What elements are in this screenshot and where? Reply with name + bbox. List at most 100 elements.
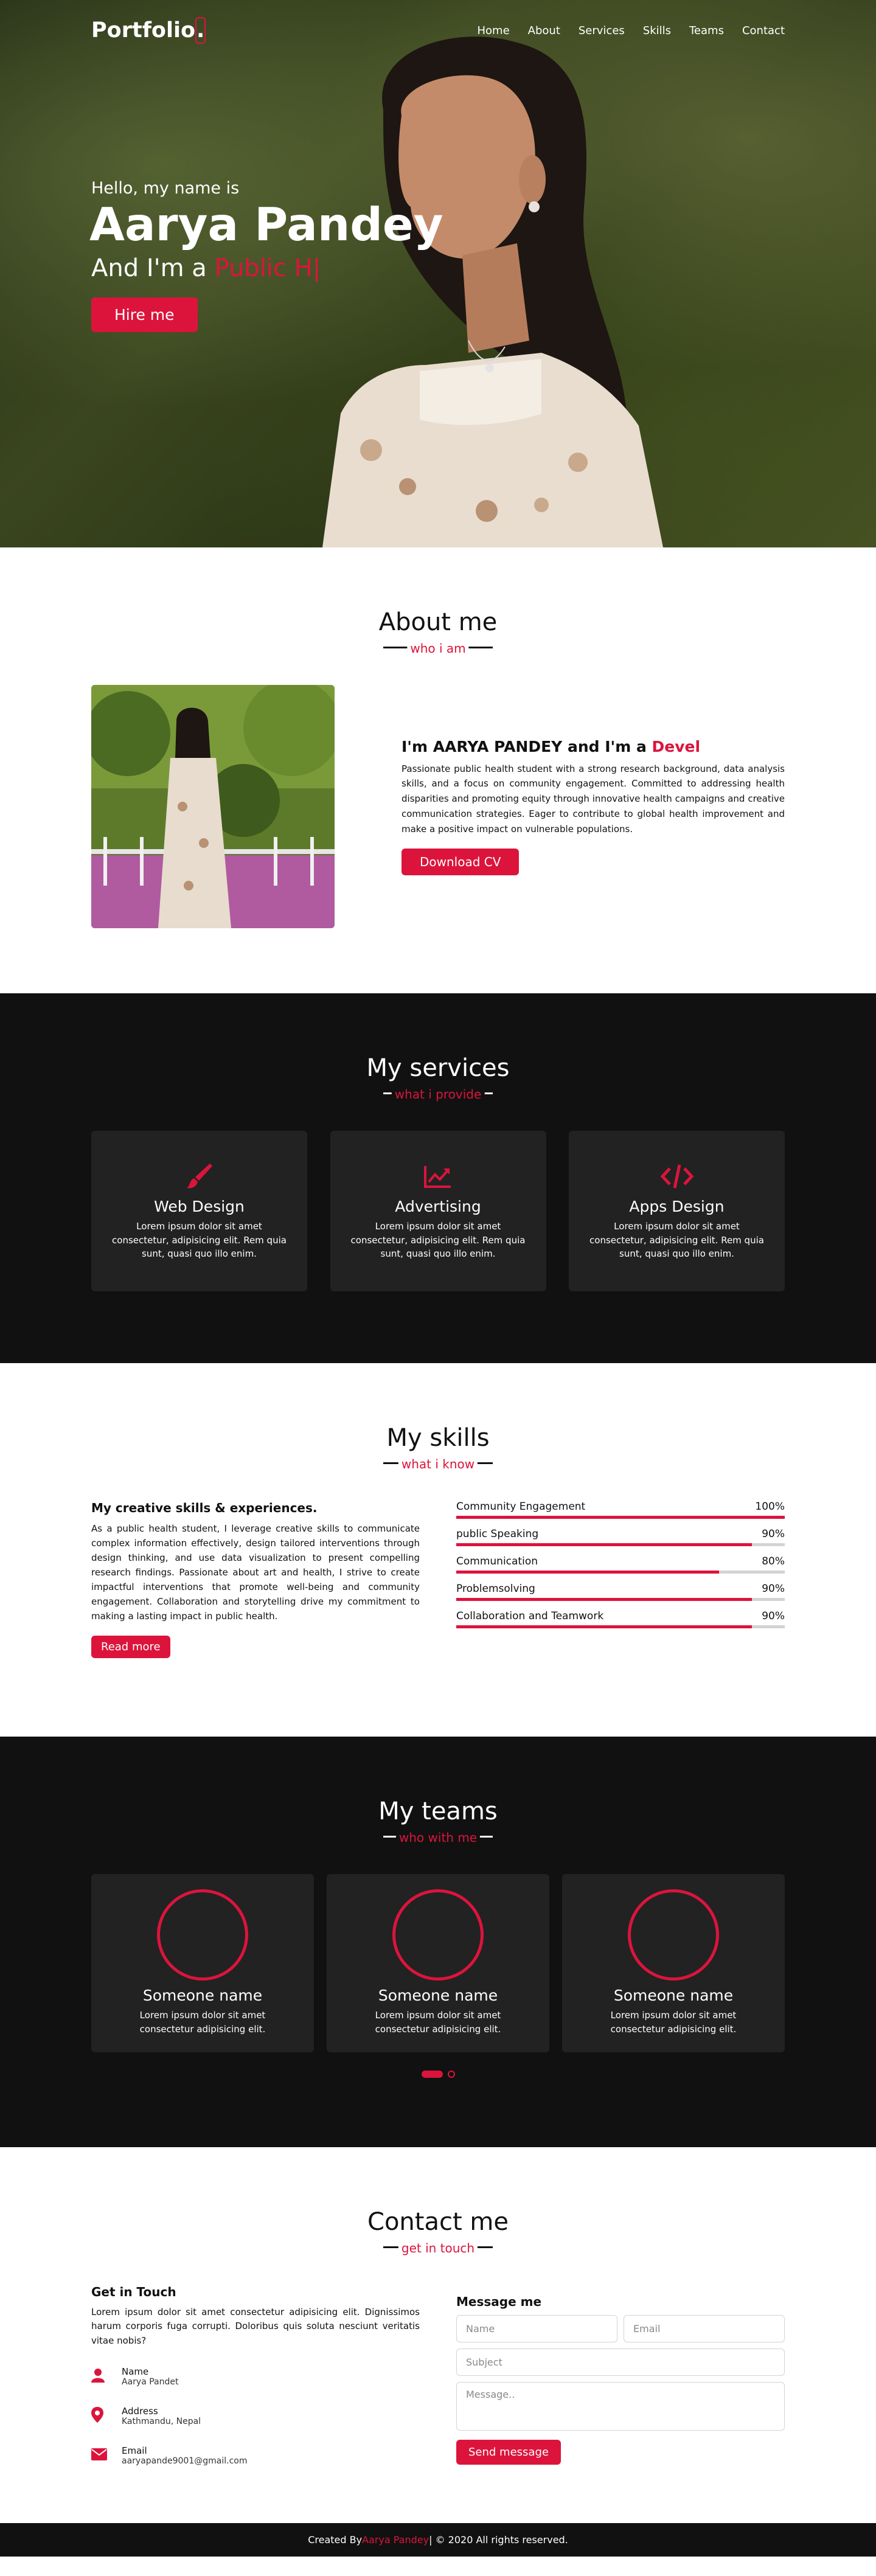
contact-heading: Get in Touch <box>91 2285 176 2299</box>
logo[interactable]: Portfolio. <box>91 17 206 44</box>
subject-input[interactable]: Subject <box>456 2349 785 2376</box>
skill-percent: 90% <box>762 1583 785 1595</box>
services-subtitle: what i provide <box>391 1087 485 1102</box>
about-title: About me who i am <box>91 608 785 656</box>
teams-title-text: My teams <box>378 1797 498 1825</box>
skills-subtitle: what i know <box>398 1457 478 1471</box>
map-marker-icon <box>91 2407 122 2425</box>
about-title-text: About me <box>378 608 498 636</box>
hero-tagline: And I'm a Public H| <box>91 254 443 282</box>
skill-track <box>456 1543 785 1546</box>
about-text: I'm AARYA PANDEY and I'm a Devel Passion… <box>401 738 785 876</box>
service-desc: Lorem ipsum dolor sit amet consectetur, … <box>589 1221 764 1259</box>
home-section: Hello, my name is Aarya Pandey And I'm a… <box>0 0 876 547</box>
team-card[interactable]: Someone name Lorem ipsum dolor sit amet … <box>91 1874 314 2052</box>
code-icon <box>584 1161 770 1192</box>
footer: Created By Aarya Pandey | © 2020 All rig… <box>0 2523 876 2557</box>
send-message-button[interactable]: Send message <box>456 2440 561 2465</box>
about-section: About me who i am I'm AARYA PANDEY and I… <box>0 547 876 993</box>
contact-value: Kathmandu, Nepal <box>122 2417 201 2427</box>
contact-info: Get in Touch Lorem ipsum dolor sit amet … <box>91 2285 420 2476</box>
about-subtitle: who i am <box>407 641 469 656</box>
envelope-icon <box>91 2448 122 2463</box>
service-card[interactable]: Advertising Lorem ipsum dolor sit amet c… <box>330 1131 546 1291</box>
read-more-button[interactable]: Read more <box>91 1636 170 1658</box>
nav-item-skills[interactable]: Skills <box>643 24 671 37</box>
teams-subtitle: who with me <box>395 1830 481 1845</box>
service-title: Apps Design <box>629 1198 725 1215</box>
skills-title-text: My skills <box>386 1424 490 1452</box>
service-title: Web Design <box>154 1198 245 1215</box>
avatar <box>157 1889 248 1981</box>
services-title: My services what i provide <box>91 1054 785 1102</box>
teams-carousel[interactable]: Someone name Lorem ipsum dolor sit amet … <box>91 1874 785 2052</box>
skills-bars: Community Engagement 100% public Speaking… <box>456 1501 785 1658</box>
message-heading: Message me <box>456 2294 542 2309</box>
team-desc: Lorem ipsum dolor sit amet consectetur a… <box>139 2010 266 2035</box>
contact-value: aaryapande9001@gmail.com <box>122 2456 248 2467</box>
about-photo <box>91 685 335 928</box>
nav-item-teams[interactable]: Teams <box>689 24 724 37</box>
skill-bar: Collaboration and Teamwork 90% <box>456 1610 785 1628</box>
carousel-dot[interactable] <box>447 2070 455 2078</box>
about-heading-prefix: I'm AARYA PANDEY and I'm a <box>401 737 652 755</box>
hire-me-button[interactable]: Hire me <box>91 297 198 332</box>
footer-suffix: | © 2020 All rights reserved. <box>429 2534 568 2546</box>
nav-item-about[interactable]: About <box>528 24 560 37</box>
skill-track <box>456 1625 785 1628</box>
skill-bar: Community Engagement 100% <box>456 1501 785 1519</box>
skill-bar: public Speaking 90% <box>456 1528 785 1546</box>
contact-title: Contact me get in touch <box>91 2208 785 2255</box>
skills-left: My creative skills & experiences. As a p… <box>91 1501 420 1658</box>
nav-item-services[interactable]: Services <box>579 24 625 37</box>
carousel-dot-active[interactable] <box>421 2070 443 2078</box>
services-section: My services what i provide Web Design Lor… <box>0 993 876 1363</box>
name-input[interactable]: Name <box>456 2315 617 2342</box>
download-cv-button[interactable]: Download CV <box>401 849 520 876</box>
teams-title: My teams who with me <box>91 1797 785 1845</box>
about-heading: I'm AARYA PANDEY and I'm a Devel <box>401 738 785 755</box>
avatar <box>628 1889 719 1981</box>
paint-brush-icon <box>106 1161 292 1192</box>
team-card[interactable]: Someone name Lorem ipsum dolor sit amet … <box>327 1874 549 2052</box>
skills-title: My skills what i know <box>91 1424 785 1471</box>
contact-form: Message me Name Email Subject Message.. … <box>456 2285 785 2476</box>
logo-dot: . <box>195 17 206 44</box>
skill-name: Problemsolving <box>456 1583 535 1595</box>
footer-author-link[interactable]: Aarya Pandey <box>362 2534 429 2546</box>
email-input[interactable]: Email <box>624 2315 785 2342</box>
logo-text: Portfolio <box>91 18 196 43</box>
skill-fill <box>456 1625 752 1628</box>
service-card[interactable]: Apps Design Lorem ipsum dolor sit amet c… <box>569 1131 785 1291</box>
skill-name: Communication <box>456 1555 538 1567</box>
chart-line-icon <box>346 1161 531 1192</box>
skill-track <box>456 1598 785 1601</box>
contact-value: Aarya Pandet <box>122 2377 179 2387</box>
team-card[interactable]: Someone name Lorem ipsum dolor sit amet … <box>562 1874 785 2052</box>
skills-section: My skills what i know My creative skills … <box>0 1363 876 1737</box>
nav-item-contact[interactable]: Contact <box>742 24 785 37</box>
hero-typing-text: Public H| <box>214 254 321 282</box>
skill-track <box>456 1571 785 1574</box>
skill-name: public Speaking <box>456 1528 539 1540</box>
skill-fill <box>456 1571 719 1574</box>
about-paragraph: Passionate public health student with a … <box>401 763 785 835</box>
contact-subtitle: get in touch <box>398 2241 478 2255</box>
skill-percent: 80% <box>762 1555 785 1567</box>
skills-heading: My creative skills & experiences. <box>91 1501 318 1515</box>
skill-fill <box>456 1543 752 1546</box>
user-icon <box>91 2368 122 2385</box>
skill-fill <box>456 1598 752 1601</box>
skill-percent: 100% <box>755 1501 785 1513</box>
hero-name: Aarya Pandey <box>89 198 443 251</box>
skill-name: Collaboration and Teamwork <box>456 1610 604 1622</box>
teams-section: My teams who with me Someone name Lorem i… <box>0 1737 876 2147</box>
skill-bar: Communication 80% <box>456 1555 785 1574</box>
service-desc: Lorem ipsum dolor sit amet consectetur, … <box>350 1221 526 1259</box>
message-textarea[interactable]: Message.. <box>456 2382 785 2431</box>
team-name: Someone name <box>142 1987 263 2004</box>
footer-prefix: Created By <box>308 2534 363 2546</box>
nav-item-home[interactable]: Home <box>478 24 510 37</box>
contact-row-email: Email aaryapande9001@gmail.com <box>91 2436 420 2476</box>
service-card[interactable]: Web Design Lorem ipsum dolor sit amet co… <box>91 1131 307 1291</box>
